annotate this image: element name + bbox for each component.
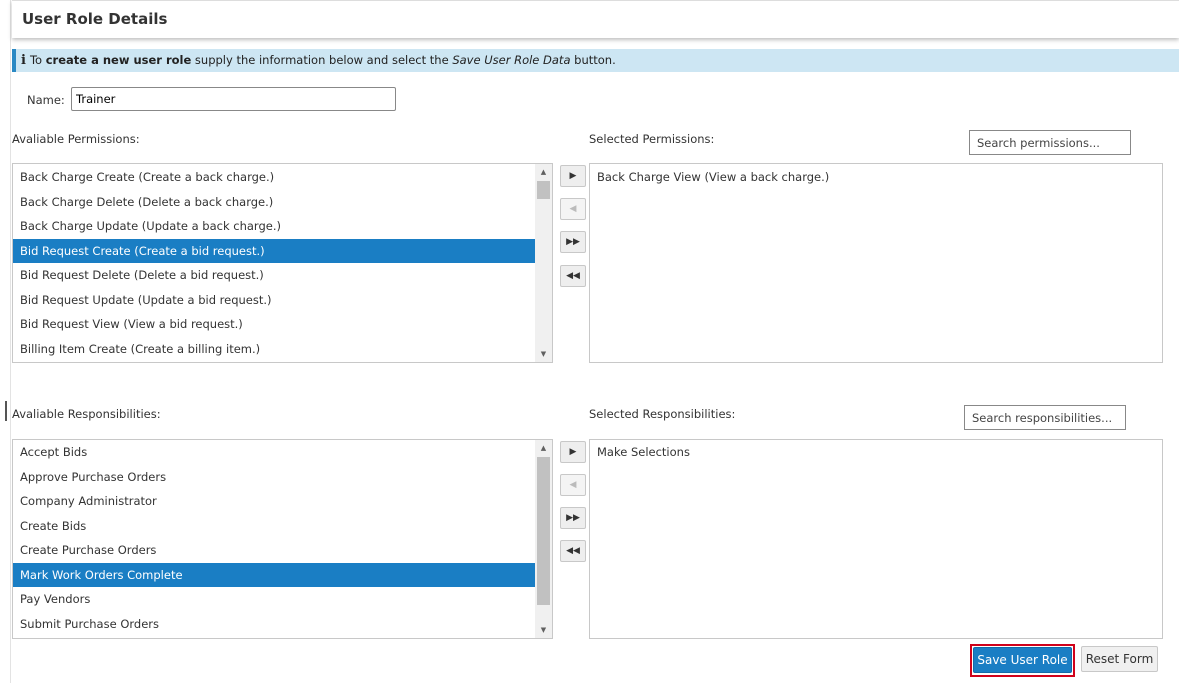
move-all-right-button[interactable]: ▶▶ — [560, 507, 586, 529]
scroll-up-icon[interactable]: ▲ — [535, 164, 552, 180]
list-item[interactable]: Create Bids — [13, 514, 535, 539]
info-text-bold: create a new user role — [45, 53, 192, 67]
move-right-button[interactable]: ▶ — [560, 441, 586, 463]
search-permissions-input[interactable] — [969, 130, 1131, 155]
list-item[interactable]: Pay Vendors — [13, 587, 535, 612]
info-text-italic: Save User Role Data — [452, 53, 571, 67]
list-item[interactable]: Approve Purchase Orders — [13, 465, 535, 490]
scrollbar[interactable]: ▲ ▼ — [535, 440, 552, 638]
move-all-right-button[interactable]: ▶▶ — [560, 231, 586, 253]
list-item[interactable]: Bid Request View (View a bid request.) — [13, 312, 535, 337]
info-text-middle: supply the information below and select … — [191, 53, 453, 67]
move-left-button[interactable]: ◀ — [560, 474, 586, 496]
move-right-button[interactable]: ▶ — [560, 165, 586, 187]
info-icon: i — [21, 53, 26, 68]
available-responsibilities-label: Avaliable Responsibilities: — [12, 407, 161, 421]
list-item[interactable]: Accept Bids — [13, 440, 535, 465]
scroll-up-icon[interactable]: ▲ — [535, 440, 552, 456]
list-item[interactable]: Back Charge Create (Create a back charge… — [13, 165, 535, 190]
selected-responsibilities-list[interactable]: Make Selections — [589, 439, 1163, 639]
available-permissions-list[interactable]: Back Charge Create (Create a back charge… — [12, 163, 553, 363]
left-marker — [5, 401, 7, 421]
info-text-after: button. — [570, 53, 616, 67]
search-responsibilities-input[interactable] — [964, 405, 1126, 430]
name-field[interactable] — [71, 87, 396, 111]
list-item[interactable]: Back Charge Update (Update a back charge… — [13, 214, 535, 239]
available-permissions-label: Avaliable Permissions: — [12, 132, 140, 146]
list-item[interactable]: Bid Request Create (Create a bid request… — [13, 238, 535, 263]
list-item[interactable]: Company Administrator — [13, 489, 535, 514]
page-header: User Role Details — [12, 0, 1179, 38]
list-item[interactable]: Mark Work Orders Complete — [13, 562, 535, 587]
selected-permissions-list[interactable]: Back Charge View (View a back charge.) — [589, 163, 1163, 363]
scrollbar-thumb[interactable] — [537, 457, 550, 605]
scrollbar[interactable]: ▲ ▼ — [535, 164, 552, 362]
move-left-button[interactable]: ◀ — [560, 198, 586, 220]
list-item[interactable]: Submit Purchase Orders — [13, 612, 535, 637]
move-all-left-button[interactable]: ◀◀ — [560, 265, 586, 287]
available-responsibilities-list[interactable]: Accept Bids Approve Purchase Orders Compan… — [12, 439, 553, 639]
list-item[interactable]: Billing Item Create (Create a billing it… — [13, 337, 535, 362]
list-item[interactable]: Back Charge Delete (Delete a back charge… — [13, 190, 535, 215]
scroll-down-icon[interactable]: ▼ — [535, 346, 552, 362]
save-user-role-button[interactable]: Save User Role — [973, 647, 1072, 673]
list-item[interactable]: Back Charge View (View a back charge.) — [590, 165, 1162, 190]
scroll-down-icon[interactable]: ▼ — [535, 622, 552, 638]
list-item[interactable]: Bid Request Delete (Delete a bid request… — [13, 263, 535, 288]
info-banner: i To create a new user role supply the in… — [12, 49, 1179, 72]
list-item[interactable]: Make Selections — [590, 440, 1162, 465]
list-item[interactable]: Bid Request Update (Update a bid request… — [13, 288, 535, 313]
page-title: User Role Details — [22, 10, 168, 28]
name-label: Name: — [27, 93, 65, 107]
left-edge — [0, 0, 11, 683]
selected-permissions-label: Selected Permissions: — [589, 132, 715, 146]
move-all-left-button[interactable]: ◀◀ — [560, 540, 586, 562]
scrollbar-thumb[interactable] — [537, 181, 550, 199]
info-text-before: To — [29, 53, 46, 67]
list-item[interactable]: Create Purchase Orders — [13, 538, 535, 563]
selected-responsibilities-label: Selected Responsibilities: — [589, 407, 736, 421]
reset-form-button[interactable]: Reset Form — [1081, 646, 1158, 672]
